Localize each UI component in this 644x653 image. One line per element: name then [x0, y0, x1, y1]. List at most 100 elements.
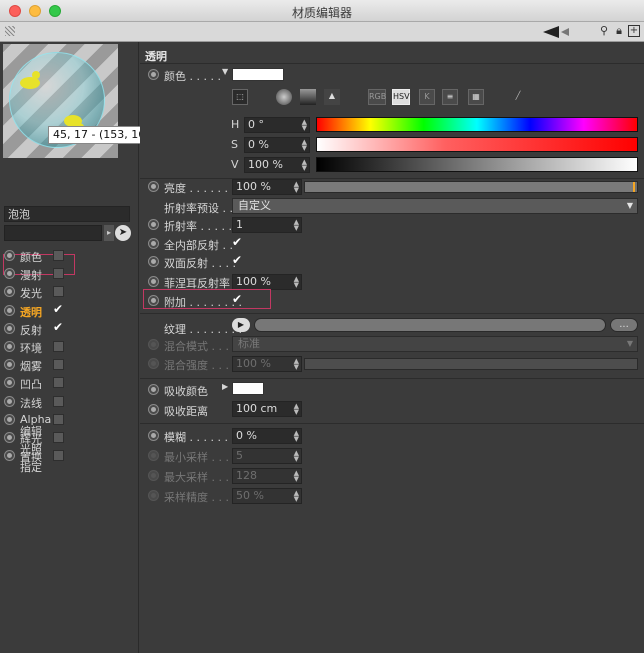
color-swatch[interactable]: [232, 68, 284, 81]
spectrum-icon[interactable]: [300, 89, 316, 105]
sidebar-item-channel[interactable]: 漫射: [4, 265, 134, 283]
image-icon[interactable]: ▲: [324, 89, 340, 105]
channel-radio[interactable]: [4, 304, 15, 316]
absorption-color-radio[interactable]: [148, 384, 159, 395]
mix-strength-radio[interactable]: [148, 358, 159, 369]
absorption-distance-field[interactable]: 100 cm ▲ ▼: [232, 401, 302, 417]
double-sided-reflection-radio[interactable]: [148, 256, 159, 267]
channel-radio[interactable]: [4, 377, 15, 389]
ior-radio[interactable]: [148, 219, 159, 230]
max-samples-field[interactable]: 128 ▲ ▼: [232, 468, 302, 484]
value-gradient-slider[interactable]: [316, 157, 638, 172]
channel-radio[interactable]: [4, 250, 15, 261]
saturation-field[interactable]: 0 % ▲ ▼: [244, 137, 310, 153]
channel-radio[interactable]: [4, 322, 15, 334]
channel-search-field[interactable]: [4, 225, 102, 241]
channel-radio[interactable]: [4, 395, 15, 407]
blur-radio[interactable]: [148, 430, 159, 441]
channel-checkbox[interactable]: [53, 395, 64, 407]
expand-arrow-icon[interactable]: ▼: [222, 67, 228, 76]
eyedropper-frame-icon[interactable]: ⬚: [232, 89, 248, 105]
brightness-slider[interactable]: [304, 181, 638, 193]
channel-checkbox[interactable]: ✔: [53, 320, 66, 334]
channel-checkbox[interactable]: [53, 377, 64, 389]
nav-arrow-icon[interactable]: [561, 28, 569, 36]
expand-arrow-icon[interactable]: ▶: [222, 382, 228, 391]
sidebar-item-channel[interactable]: 反射 ✔: [4, 320, 134, 338]
channel-radio[interactable]: [4, 413, 15, 425]
channel-checkbox[interactable]: [53, 341, 64, 352]
channel-radio[interactable]: [4, 450, 15, 462]
back-arrow-icon[interactable]: [543, 26, 559, 38]
eyedropper-icon[interactable]: ╱: [510, 89, 526, 105]
channel-radio[interactable]: [4, 286, 15, 298]
search-arrow-icon[interactable]: ▸: [104, 225, 114, 241]
absorption-color-swatch[interactable]: [232, 382, 264, 395]
channel-checkbox[interactable]: [53, 359, 64, 371]
sidebar-item-channel[interactable]: 颜色: [4, 247, 134, 265]
new-window-icon[interactable]: +: [628, 25, 640, 37]
ior-field[interactable]: 1 ▲ ▼: [232, 217, 302, 233]
channel-radio[interactable]: [4, 268, 15, 280]
sample-accuracy-radio[interactable]: [148, 490, 159, 501]
channel-radio[interactable]: [4, 341, 15, 352]
rgb-mode-button[interactable]: RGB: [368, 89, 386, 105]
channel-checkbox[interactable]: [53, 432, 64, 443]
brightness-knob[interactable]: [633, 182, 636, 192]
hue-field[interactable]: 0 ° ▲ ▼: [244, 117, 310, 133]
total-internal-reflection-checkbox[interactable]: ✔: [232, 236, 245, 249]
spinner-icon[interactable]: ▲ ▼: [294, 450, 299, 463]
sidebar-item-channel[interactable]: Alpha: [4, 411, 134, 429]
sidebar-item-channel[interactable]: 透明 ✔: [4, 302, 134, 320]
channel-checkbox[interactable]: [53, 250, 64, 261]
spinner-icon[interactable]: ▲ ▼: [294, 358, 299, 371]
spinner-icon[interactable]: ▲ ▼: [302, 159, 307, 172]
hue-gradient-slider[interactable]: [316, 117, 638, 132]
absorption-distance-radio[interactable]: [148, 404, 159, 415]
spinner-icon[interactable]: ▲ ▼: [294, 490, 299, 503]
spinner-icon[interactable]: ▲ ▼: [294, 470, 299, 483]
sidebar-item-channel[interactable]: 置换: [4, 447, 134, 465]
mix-mode-radio[interactable]: [148, 339, 159, 350]
sidebar-item-channel[interactable]: 辉光: [4, 429, 134, 447]
spinner-icon[interactable]: ▲ ▼: [302, 139, 307, 152]
sidebar-item-channel[interactable]: 发光: [4, 283, 134, 301]
spinner-icon[interactable]: ▲ ▼: [294, 276, 299, 289]
swatches-icon[interactable]: ▦: [468, 89, 484, 105]
hsv-mode-button[interactable]: HSV: [392, 89, 410, 105]
material-name-field[interactable]: 泡泡: [4, 206, 130, 222]
max-samples-radio[interactable]: [148, 470, 159, 481]
sidebar-item-channel[interactable]: 烟雾: [4, 356, 134, 374]
value-field[interactable]: 100 % ▲ ▼: [244, 157, 310, 173]
sample-accuracy-field[interactable]: 50 % ▲ ▼: [232, 488, 302, 504]
fresnel-field[interactable]: 100 % ▲ ▼: [232, 274, 302, 290]
min-samples-radio[interactable]: [148, 450, 159, 461]
channel-checkbox[interactable]: [53, 450, 64, 462]
channel-checkbox[interactable]: [53, 286, 64, 298]
saturation-gradient-slider[interactable]: [316, 137, 638, 152]
channel-checkbox[interactable]: [53, 413, 64, 425]
picker-icon[interactable]: ➤: [115, 225, 131, 241]
total-internal-reflection-radio[interactable]: [148, 238, 159, 249]
sidebar-item-channel[interactable]: 法线: [4, 393, 134, 411]
lock-icon[interactable]: 🔒︎: [613, 25, 625, 37]
sidebar-item-channel[interactable]: 环境: [4, 338, 134, 356]
min-samples-field[interactable]: 5 ▲ ▼: [232, 448, 302, 464]
texture-play-button[interactable]: ▶: [232, 318, 250, 332]
color-wheel-icon[interactable]: [276, 89, 292, 105]
sidebar-item-channel[interactable]: 凹凸: [4, 374, 134, 392]
color-radio[interactable]: [148, 69, 159, 80]
spinner-icon[interactable]: ▲ ▼: [294, 181, 299, 194]
brightness-radio[interactable]: [148, 181, 159, 192]
channel-checkbox[interactable]: [53, 268, 64, 280]
spinner-icon[interactable]: ▲ ▼: [294, 219, 299, 232]
channel-checkbox[interactable]: ✔: [53, 302, 66, 316]
double-sided-reflection-checkbox[interactable]: ✔: [232, 254, 245, 267]
channel-radio[interactable]: [4, 432, 15, 443]
texture-slot[interactable]: [254, 318, 606, 332]
blur-field[interactable]: 0 % ▲ ▼: [232, 428, 302, 444]
brightness-field[interactable]: 100 % ▲ ▼: [232, 179, 302, 195]
kelvin-mode-button[interactable]: K: [419, 89, 435, 105]
search-icon[interactable]: ⚲: [598, 25, 610, 37]
mix-strength-field[interactable]: 100 % ▲ ▼: [232, 356, 302, 372]
